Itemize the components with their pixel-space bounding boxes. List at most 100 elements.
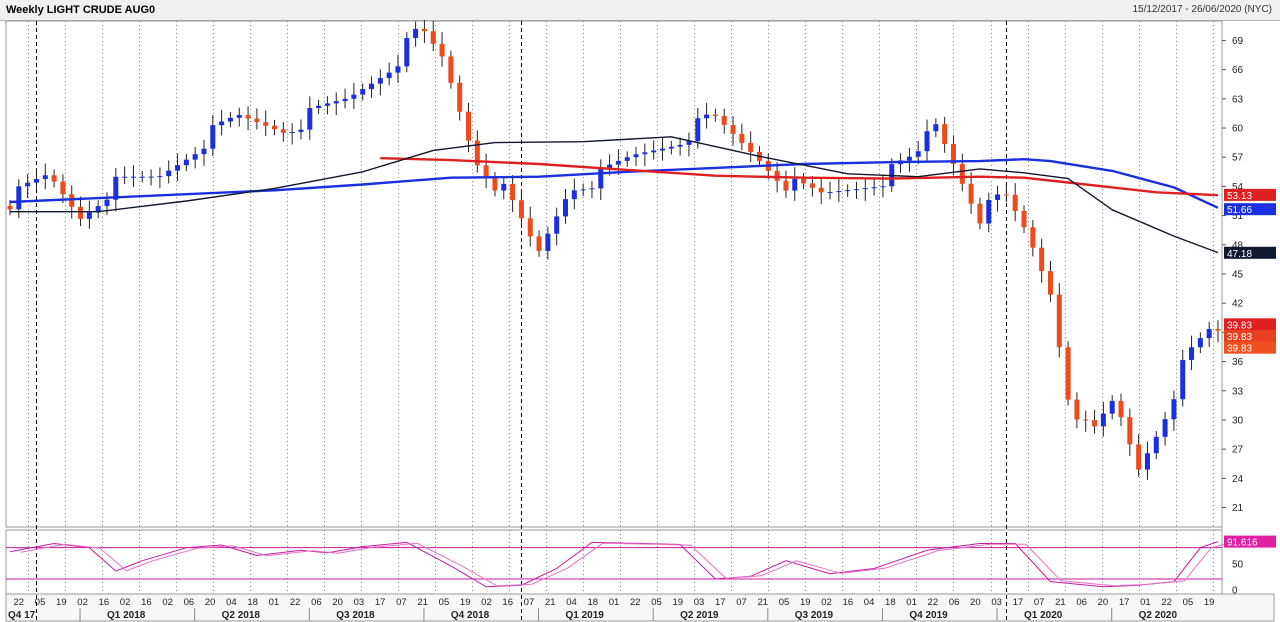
candle-body	[880, 186, 886, 188]
candle-body	[122, 176, 128, 178]
x-tick-label: 05	[439, 597, 450, 608]
x-tick-label: 19	[672, 597, 683, 608]
candle-body	[201, 148, 207, 155]
oscillator-value-label: 91.616	[1227, 538, 1258, 549]
candle-body	[333, 101, 339, 104]
candle-body	[166, 170, 172, 177]
x-tick-label: 05	[35, 597, 46, 608]
x-tick-label: 04	[566, 597, 577, 608]
candle-body	[227, 117, 233, 122]
x-quarter-label: Q1 2018	[107, 610, 146, 621]
candle-body	[430, 31, 436, 44]
candle-body	[580, 189, 586, 191]
y-tick-label: 63	[1232, 94, 1244, 105]
candle-body	[942, 124, 948, 145]
candle-body	[571, 190, 577, 200]
price-label: 47.18	[1227, 249, 1252, 260]
candle-body	[280, 129, 286, 133]
x-tick-label: 18	[247, 597, 258, 608]
x-tick-label: 05	[1183, 597, 1194, 608]
candle-body	[739, 133, 745, 143]
candle-body	[130, 176, 136, 178]
candle-body	[1100, 413, 1106, 427]
candle-body	[510, 183, 516, 201]
candle-body	[1206, 329, 1212, 339]
y-tick-label: 45	[1232, 270, 1244, 281]
candle-body	[157, 176, 163, 178]
candle-body	[78, 206, 84, 219]
x-quarter-label: Q3 2019	[795, 610, 834, 621]
x-tick-label: 02	[821, 597, 832, 608]
x-tick-label: 21	[1055, 597, 1066, 608]
candle-body	[175, 165, 181, 171]
candle-body	[448, 56, 454, 83]
x-quarter-label: Q1 2019	[566, 610, 605, 621]
x-tick-label: 20	[205, 597, 216, 608]
candle-body	[774, 170, 780, 181]
candle-body	[836, 191, 842, 193]
candle-body	[554, 216, 560, 234]
candle-body	[1092, 420, 1098, 427]
candle-body	[871, 187, 877, 189]
x-tick-label: 20	[332, 597, 343, 608]
candle-body	[210, 125, 216, 149]
x-tick-label: 17	[1119, 597, 1130, 608]
candle-body	[589, 188, 595, 190]
candle-body	[995, 194, 1001, 200]
candle-body	[466, 111, 472, 141]
candle-body	[1021, 210, 1027, 228]
price-label: 53.13	[1227, 191, 1252, 202]
candle-body	[245, 115, 251, 119]
x-tick-label: 01	[269, 597, 280, 608]
candle-body	[1197, 338, 1203, 348]
x-tick-label: 18	[885, 597, 896, 608]
candle-body	[624, 157, 630, 161]
x-quarter-label: Q2 2018	[222, 610, 261, 621]
candle-body	[527, 218, 533, 237]
x-tick-label: 22	[290, 597, 301, 608]
candle-body	[360, 89, 366, 95]
candle-body	[404, 37, 410, 67]
candle-body	[1003, 194, 1009, 196]
chart-window: Weekly LIGHT CRUDE AUG0 15/12/2017 - 26/…	[0, 0, 1280, 622]
candle-body	[968, 183, 974, 204]
candle-body	[598, 168, 604, 189]
candle-body	[1039, 247, 1045, 272]
candle-body	[651, 150, 657, 153]
candle-body	[377, 78, 383, 84]
x-tick-label: 07	[396, 597, 407, 608]
candle-body	[272, 125, 278, 130]
candle-body	[139, 176, 145, 178]
price-chart[interactable]: 212427303336394245485154576063666953.135…	[0, 0, 1280, 622]
candle-body	[1012, 194, 1018, 211]
y-tick-label: 66	[1232, 65, 1244, 76]
candle-body	[862, 188, 868, 190]
candle-body	[633, 154, 639, 158]
candle-body	[501, 183, 507, 191]
candle-body	[1153, 436, 1159, 454]
candle-body	[324, 103, 330, 106]
oscillator-tick-label: 50	[1232, 559, 1244, 570]
x-tick-label: 03	[991, 597, 1002, 608]
x-tick-label: 19	[800, 597, 811, 608]
candle-body	[792, 178, 798, 191]
x-quarter-label: Q4 17	[8, 610, 36, 621]
x-quarter-label: Q3 2018	[336, 610, 375, 621]
candle-body	[1047, 271, 1053, 295]
candle-body	[1144, 453, 1150, 470]
candle-body	[1215, 329, 1221, 331]
candle-body	[1162, 419, 1168, 437]
candle-body	[1127, 417, 1133, 445]
x-tick-label: 01	[906, 597, 917, 608]
candle-body	[219, 121, 225, 126]
y-tick-label: 21	[1232, 503, 1244, 514]
y-tick-label: 27	[1232, 445, 1244, 456]
x-quarter-label: Q4 2019	[909, 610, 948, 621]
candle-body	[104, 199, 110, 207]
x-tick-label: 20	[970, 597, 981, 608]
x-tick-label: 06	[1076, 597, 1087, 608]
candle-body	[1074, 399, 1080, 420]
x-tick-label: 04	[864, 597, 875, 608]
candle-body	[730, 124, 736, 134]
candle-body	[959, 163, 965, 184]
